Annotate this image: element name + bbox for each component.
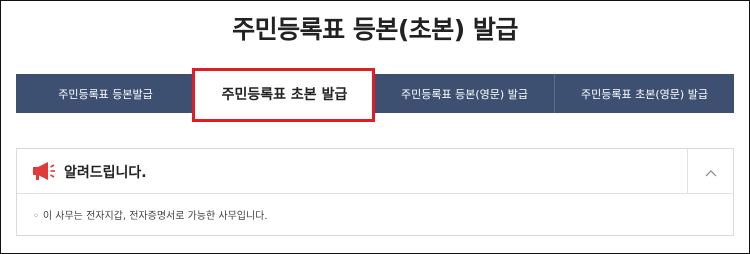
tab-resident-register-abstract-english[interactable]: 주민등록표 초본(영문) 발급 — [554, 74, 734, 113]
notice-message: 이 사무는 전자지갑, 전자증명서로 가능한 사무입니다. — [42, 211, 268, 222]
megaphone-icon — [32, 160, 56, 182]
notice-panel: 알려드립니다. ◦ 이 사무는 전자지갑, 전자증명서로 가능한 사무입니다. — [16, 148, 734, 236]
tab-bar: 주민등록표 등본발급 주민등록표 초본 발급 주민등록표 등본(영문) 발급 주… — [16, 74, 734, 113]
collapse-button[interactable] — [687, 149, 734, 193]
bullet: ◦ — [33, 211, 39, 222]
notice-body: ◦ 이 사무는 전자지갑, 전자증명서로 가능한 사무입니다. — [33, 207, 268, 222]
tab-resident-register-copy-english[interactable]: 주민등록표 등본(영문) 발급 — [374, 74, 554, 113]
page-title: 주민등록표 등본(초본) 발급 — [232, 15, 518, 44]
tab-label: 주민등록표 등본발급 — [58, 87, 153, 101]
notice-header: 알려드립니다. — [17, 149, 733, 194]
chevron-up-icon — [705, 162, 717, 181]
notice-title: 알려드립니다. — [64, 165, 147, 181]
tab-label: 주민등록표 등본(영문) 발급 — [401, 87, 528, 101]
tab-label: 주민등록표 초본(영문) 발급 — [581, 87, 708, 101]
tab-label: 주민등록표 초본 발급 — [221, 86, 348, 103]
tab-resident-register-copy[interactable]: 주민등록표 등본발급 — [16, 74, 195, 113]
tab-resident-register-abstract[interactable]: 주민등록표 초본 발급 — [195, 74, 374, 113]
